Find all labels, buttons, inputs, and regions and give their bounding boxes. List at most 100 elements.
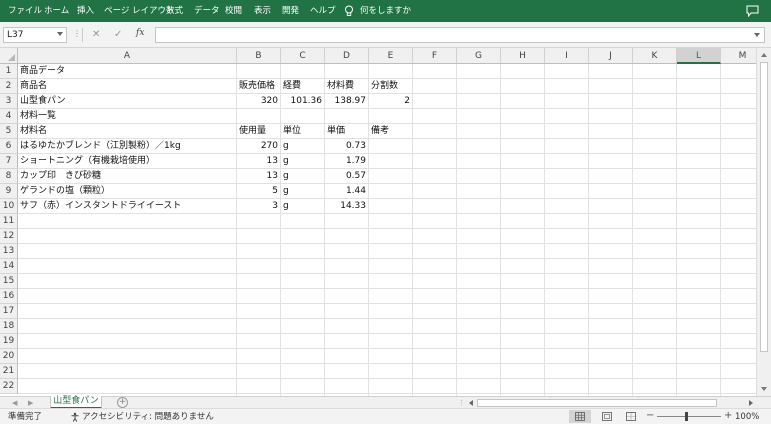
formula-input[interactable] xyxy=(155,27,765,43)
page-break-view-button[interactable] xyxy=(620,410,642,423)
row-header-5[interactable]: 5 xyxy=(0,124,18,139)
enter-icon[interactable]: ✓ xyxy=(114,29,122,41)
column-header-g[interactable]: G xyxy=(457,48,501,64)
cell-b6[interactable]: 270 xyxy=(237,139,278,154)
tab-data[interactable]: データ xyxy=(194,0,220,22)
cell-a9[interactable]: ゲランドの塩（顆粒） xyxy=(20,184,110,199)
cell-b8[interactable]: 13 xyxy=(237,169,278,184)
row-header-16[interactable]: 16 xyxy=(0,289,18,304)
cell-d3[interactable]: 138.97 xyxy=(325,94,367,109)
tab-formulas[interactable]: 数式 xyxy=(166,0,183,22)
row-header-13[interactable]: 13 xyxy=(0,244,18,259)
tab-developer[interactable]: 開発 xyxy=(282,0,299,22)
sheet-prev-icon[interactable]: ◀ xyxy=(12,399,17,407)
row-header-10[interactable]: 10 xyxy=(0,199,18,214)
cell-a8[interactable]: カップ印 きび砂糖 xyxy=(20,169,101,184)
zoom-level[interactable]: 100% xyxy=(735,411,759,423)
row-header-21[interactable]: 21 xyxy=(0,364,18,379)
cell-c5[interactable]: 単位 xyxy=(283,124,301,139)
zoom-slider-thumb[interactable] xyxy=(685,412,688,421)
tab-help[interactable]: ヘルプ xyxy=(310,0,336,22)
cell-d5[interactable]: 単価 xyxy=(327,124,345,139)
cell-a7[interactable]: ショートニング（有機栽培使用） xyxy=(20,154,155,169)
cell-b7[interactable]: 13 xyxy=(237,154,278,169)
column-header-a[interactable]: A xyxy=(18,48,237,64)
cell-a6[interactable]: はるゆたかブレンド（江別製粉）／1kg xyxy=(20,139,181,154)
row-header-8[interactable]: 8 xyxy=(0,169,18,184)
scroll-down-icon[interactable] xyxy=(761,387,767,391)
row-header-4[interactable]: 4 xyxy=(0,109,18,124)
scroll-right-icon[interactable] xyxy=(749,400,753,406)
tab-review[interactable]: 校閲 xyxy=(225,0,242,22)
column-header-b[interactable]: B xyxy=(237,48,281,64)
scroll-up-icon[interactable] xyxy=(761,53,767,57)
row-header-9[interactable]: 9 xyxy=(0,184,18,199)
cell-a1[interactable]: 商品データ xyxy=(20,64,65,79)
normal-view-button[interactable] xyxy=(569,410,591,423)
scroll-thumb[interactable] xyxy=(760,62,768,352)
page-layout-view-button[interactable] xyxy=(596,410,618,423)
row-header-18[interactable]: 18 xyxy=(0,319,18,334)
select-all-corner[interactable] xyxy=(0,48,18,64)
row-header-19[interactable]: 19 xyxy=(0,334,18,349)
cell-d7[interactable]: 1.79 xyxy=(325,154,366,169)
name-box[interactable]: L37 xyxy=(3,27,67,43)
cell-c10[interactable]: g xyxy=(283,199,289,214)
cell-c6[interactable]: g xyxy=(283,139,289,154)
zoom-out-button[interactable]: − xyxy=(646,410,654,422)
insert-function-button[interactable]: fx xyxy=(136,28,144,38)
row-header-7[interactable]: 7 xyxy=(0,154,18,169)
cell-c3[interactable]: 101.36 xyxy=(281,94,323,109)
row-header-14[interactable]: 14 xyxy=(0,259,18,274)
horizontal-scrollbar[interactable] xyxy=(467,398,755,408)
cell-c7[interactable]: g xyxy=(283,154,289,169)
cell-b10[interactable]: 3 xyxy=(237,199,278,214)
cell-d9[interactable]: 1.44 xyxy=(325,184,366,199)
sheet-next-icon[interactable]: ▶ xyxy=(28,399,33,407)
tab-split-handle[interactable]: ⋮ xyxy=(458,399,465,407)
row-header-3[interactable]: 3 xyxy=(0,94,18,109)
more-icon[interactable]: ⋮ xyxy=(73,29,81,39)
row-header-15[interactable]: 15 xyxy=(0,274,18,289)
column-header-j[interactable]: J xyxy=(589,48,633,64)
cell-e5[interactable]: 備考 xyxy=(371,124,389,139)
row-header-20[interactable]: 20 xyxy=(0,349,18,364)
cell-d10[interactable]: 14.33 xyxy=(325,199,366,214)
zoom-in-button[interactable]: + xyxy=(724,410,732,422)
column-header-k[interactable]: K xyxy=(633,48,677,64)
row-header-22[interactable]: 22 xyxy=(0,379,18,394)
row-header-2[interactable]: 2 xyxy=(0,79,18,94)
row-header-12[interactable]: 12 xyxy=(0,229,18,244)
row-header-11[interactable]: 11 xyxy=(0,214,18,229)
cell-a5[interactable]: 材料名 xyxy=(20,124,47,139)
tab-home[interactable]: ホーム xyxy=(44,0,69,22)
column-header-h[interactable]: H xyxy=(501,48,545,64)
cell-a10[interactable]: サフ（赤）インスタントドライイースト xyxy=(20,199,181,214)
column-header-d[interactable]: D xyxy=(325,48,369,64)
tab-file[interactable]: ファイル xyxy=(8,0,42,22)
scroll-left-icon[interactable] xyxy=(469,400,473,406)
cell-a2[interactable]: 商品名 xyxy=(20,79,47,94)
cell-b2[interactable]: 販売価格 xyxy=(239,79,275,94)
cell-e2[interactable]: 分割数 xyxy=(371,79,398,94)
cell-e3[interactable]: 2 xyxy=(369,94,410,109)
vertical-scrollbar[interactable] xyxy=(756,48,771,396)
tab-view[interactable]: 表示 xyxy=(254,0,271,22)
column-header-e[interactable]: E xyxy=(369,48,413,64)
cell-a4[interactable]: 材料一覧 xyxy=(20,109,56,124)
cell-c2[interactable]: 経費 xyxy=(283,79,301,94)
tab-insert[interactable]: 挿入 xyxy=(77,0,94,22)
cell-d2[interactable]: 材料費 xyxy=(327,79,354,94)
cell-d6[interactable]: 0.73 xyxy=(325,139,366,154)
add-sheet-button[interactable]: + xyxy=(117,397,128,408)
column-header-c[interactable]: C xyxy=(281,48,325,64)
column-header-m[interactable]: M xyxy=(721,48,756,64)
cell-d8[interactable]: 0.57 xyxy=(325,169,366,184)
cell-c9[interactable]: g xyxy=(283,184,289,199)
comment-icon[interactable] xyxy=(746,5,759,17)
chevron-down-icon[interactable] xyxy=(57,32,63,36)
column-header-f[interactable]: F xyxy=(413,48,457,64)
cancel-icon[interactable]: ✕ xyxy=(92,29,100,41)
tab-page-layout[interactable]: ページ レイアウト xyxy=(104,0,175,22)
cell-b5[interactable]: 使用量 xyxy=(239,124,266,139)
